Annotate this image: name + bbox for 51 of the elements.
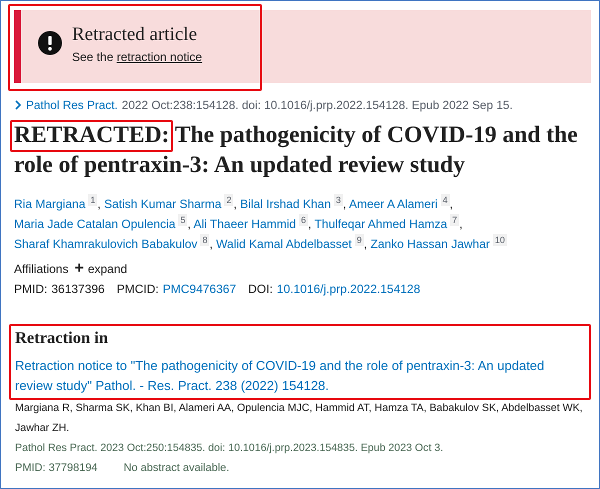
author-link[interactable]: Ria Margiana bbox=[14, 197, 86, 211]
separator: , bbox=[342, 197, 346, 211]
author-link[interactable]: Sharaf Khamrakulovich Babakulov bbox=[14, 237, 198, 251]
id-label: PMCID: bbox=[116, 282, 159, 296]
section-heading: Retraction in bbox=[15, 328, 110, 348]
citation-details: 2022 Oct:238:154128. doi: 10.1016/j.prp.2022.154128. Epub 2022 Sep 15. bbox=[122, 98, 513, 112]
author-link[interactable]: Thulfeqar Ahmed Hamza bbox=[314, 217, 448, 231]
author-link[interactable]: Satish Kumar Sharma bbox=[104, 197, 222, 211]
id-label: DOI: bbox=[248, 282, 273, 296]
affiliation-number[interactable]: 6 bbox=[298, 214, 308, 226]
affiliation-number[interactable]: 8 bbox=[200, 234, 210, 246]
affiliation-number[interactable]: 2 bbox=[224, 194, 234, 206]
pmid: PMID: 37798194 bbox=[15, 461, 98, 476]
affiliation-number[interactable]: 7 bbox=[450, 214, 460, 226]
separator: , bbox=[308, 217, 312, 231]
separator: , bbox=[233, 197, 237, 211]
separator: , bbox=[187, 217, 191, 231]
retraction-notice-link[interactable]: Retraction notice to "The pathogenicity of COVID-19 and the role of pentraxin-3: An updated review study" Pathol. - Res. Pract. 238 (2022) 154128. bbox=[15, 356, 585, 396]
author-link[interactable]: Zanko Hassan Jawhar bbox=[370, 237, 490, 251]
id-label: PMID: bbox=[14, 282, 48, 296]
journal-link[interactable]: Pathol Res Pract. bbox=[26, 98, 118, 112]
separator: , bbox=[209, 237, 213, 251]
author-link[interactable]: Walid Kamal Abdelbasset bbox=[216, 237, 352, 251]
separator: , bbox=[450, 197, 454, 211]
id-link[interactable]: 10.1016/j.prp.2022.154128 bbox=[276, 282, 420, 296]
retraction-notice-link[interactable]: retraction notice bbox=[116, 50, 202, 64]
affiliation-number[interactable]: 1 bbox=[88, 194, 98, 206]
exclamation-icon bbox=[38, 31, 62, 55]
author-link[interactable]: Ameer A Alameri bbox=[348, 197, 438, 211]
author-link[interactable]: Maria Jade Catalan Opulencia bbox=[14, 217, 176, 231]
author-link[interactable]: Bilal Irshad Khan bbox=[240, 197, 331, 211]
affiliation-number[interactable]: 3 bbox=[334, 194, 343, 206]
banner-text: See the bbox=[72, 50, 114, 64]
separator: , bbox=[364, 237, 368, 251]
author-link[interactable]: Ali Thaeer Hammid bbox=[193, 217, 296, 231]
expand-button[interactable]: + expand bbox=[74, 262, 128, 276]
separator: , bbox=[459, 217, 463, 231]
abstract-note: No abstract available. bbox=[124, 461, 230, 476]
banner-title: Retracted article bbox=[72, 24, 198, 46]
affiliations-label: Affiliations bbox=[14, 262, 68, 276]
affiliation-number[interactable]: 5 bbox=[178, 214, 188, 226]
affiliation-number[interactable]: 10 bbox=[492, 234, 507, 246]
separator: , bbox=[97, 197, 101, 211]
id-value: 36137396 bbox=[51, 282, 105, 296]
article-title: RETRACTED: The pathogenicity of COVID-19 and the role of pentraxin-3: An updated review study bbox=[14, 120, 591, 180]
id-link[interactable]: PMC9476367 bbox=[162, 282, 236, 296]
affiliation-number[interactable]: 9 bbox=[354, 234, 364, 246]
affiliation-number[interactable]: 4 bbox=[440, 194, 450, 206]
chevron-icon bbox=[14, 100, 22, 110]
retraction-authors: Margiana R, Sharma SK, Khan BI, Alameri AA, Opulencia MJC, Hammid AT, Hamza TA, Babakulov SK, Abdelbasset WK, Jawhar ZH. bbox=[15, 401, 584, 436]
retraction-citation: Pathol Res Pract. 2023 Oct:250:154835. doi: 10.1016/j.prp.2023.154835. Epub 2023 Oct 3. bbox=[15, 441, 444, 456]
